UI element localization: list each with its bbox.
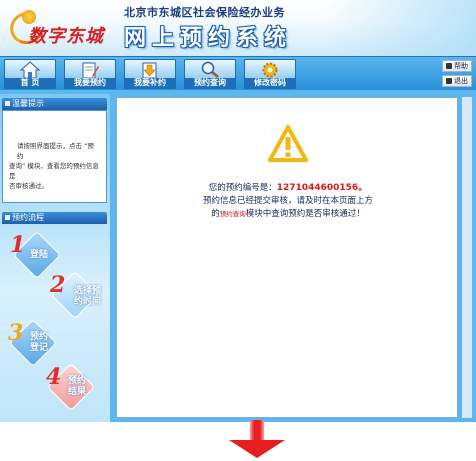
query-link[interactable]: 预约查询 bbox=[220, 210, 246, 218]
tips-title: 温馨提示 bbox=[12, 99, 44, 108]
logo-text: 数字东城 bbox=[28, 26, 104, 47]
step-name-1: 预约 bbox=[68, 376, 87, 386]
nav-supplement-button[interactable]: 我要补约 bbox=[124, 59, 176, 89]
nav-home-label: 首 页 bbox=[5, 78, 55, 88]
tips-text-2: 查询” 模块，查看您的预约信息是 bbox=[9, 162, 99, 180]
flow-steps: 1 登陆 2 选择预 约时间 3 预约 登记 4 预约 结果 bbox=[2, 224, 107, 420]
pencil-icon bbox=[82, 62, 99, 79]
appointment-number: 1271044600156 bbox=[276, 183, 359, 193]
flow-panel-header: 预约流程 bbox=[2, 212, 107, 224]
download-arrow-icon bbox=[142, 62, 157, 79]
flow-title: 预约流程 bbox=[12, 213, 44, 222]
step-name-1: 预约 bbox=[30, 332, 49, 342]
hint-prefix: 的 bbox=[211, 209, 220, 219]
nav-password-button[interactable]: 修改密码 bbox=[244, 59, 296, 89]
scrollbar[interactable] bbox=[462, 97, 472, 418]
step-name: 登陆 bbox=[30, 250, 49, 260]
site-logo: 数字东城 bbox=[5, 7, 120, 49]
tips-panel-header: 温馨提示 bbox=[2, 98, 107, 110]
main-content: 您的预约编号是：1271044600156。 预约信息已经提交审核，请及时在本页… bbox=[116, 97, 458, 418]
query-hint-line: 的预约查询模块中查询预约是否审核通过！ bbox=[117, 208, 459, 221]
help-label: 帮助 bbox=[454, 62, 468, 70]
org-name: 北京市东城区社会保险经办业务 bbox=[124, 6, 285, 19]
number-suffix: 。 bbox=[358, 183, 368, 193]
nav-query-button[interactable]: 预约查询 bbox=[184, 59, 236, 89]
tips-text-1: 请按照界面提示，点击 “预约 bbox=[17, 142, 94, 160]
home-icon bbox=[20, 61, 40, 79]
header-highlight bbox=[326, 0, 476, 56]
submitted-line: 预约信息已经提交审核，请及时在本页面上方 bbox=[202, 196, 373, 206]
help-icon bbox=[446, 63, 452, 69]
number-prefix: 您的预约编号是： bbox=[208, 183, 277, 193]
nav-book-label: 我要预约 bbox=[65, 78, 115, 88]
nav-book-button[interactable]: 我要预约 bbox=[64, 59, 116, 89]
bullet-square-icon bbox=[5, 101, 10, 106]
nav-supplement-label: 我要补约 bbox=[125, 78, 175, 88]
logout-icon bbox=[446, 78, 452, 84]
nav-password-label: 修改密码 bbox=[245, 78, 295, 88]
step-number: 2 bbox=[50, 272, 66, 298]
down-arrow-stem bbox=[250, 420, 264, 442]
step-number: 3 bbox=[8, 320, 24, 346]
warning-icon bbox=[268, 125, 308, 162]
main-nav: 首 页 我要预约 我要补约 预约查询 修改密码 帮助 退出 bbox=[0, 56, 476, 90]
logout-button[interactable]: 退出 bbox=[442, 75, 472, 87]
help-button[interactable]: 帮助 bbox=[442, 60, 472, 72]
appointment-number-line: 您的预约编号是：1271044600156。 bbox=[117, 182, 459, 195]
magnifier-icon bbox=[201, 61, 219, 78]
header-banner: 数字东城 北京市东城区社会保险经办业务 网上预约系统 bbox=[0, 0, 476, 56]
bullet-square-icon bbox=[5, 215, 10, 220]
gear-icon bbox=[262, 62, 278, 78]
down-arrow-icon bbox=[229, 440, 285, 458]
step-name-1: 选择预 bbox=[74, 286, 102, 296]
step-name-2: 登记 bbox=[30, 343, 49, 353]
nav-home-button[interactable]: 首 页 bbox=[4, 59, 56, 89]
step-name-2: 约时间 bbox=[74, 297, 102, 307]
logout-label: 退出 bbox=[454, 77, 468, 85]
step-number: 4 bbox=[46, 364, 62, 390]
tips-text-3: 否审核通过。 bbox=[9, 182, 48, 190]
nav-query-label: 预约查询 bbox=[185, 78, 235, 88]
hint-suffix: 模块中查询预约是否审核通过！ bbox=[245, 209, 365, 219]
step-number: 1 bbox=[10, 232, 26, 258]
system-title: 网上预约系统 bbox=[124, 26, 293, 51]
step-name-2: 结果 bbox=[68, 387, 87, 397]
tips-panel: 请按照界面提示，点击 “预约 查询” 模块，查看您的预约信息是 否审核通过。 bbox=[2, 110, 107, 203]
